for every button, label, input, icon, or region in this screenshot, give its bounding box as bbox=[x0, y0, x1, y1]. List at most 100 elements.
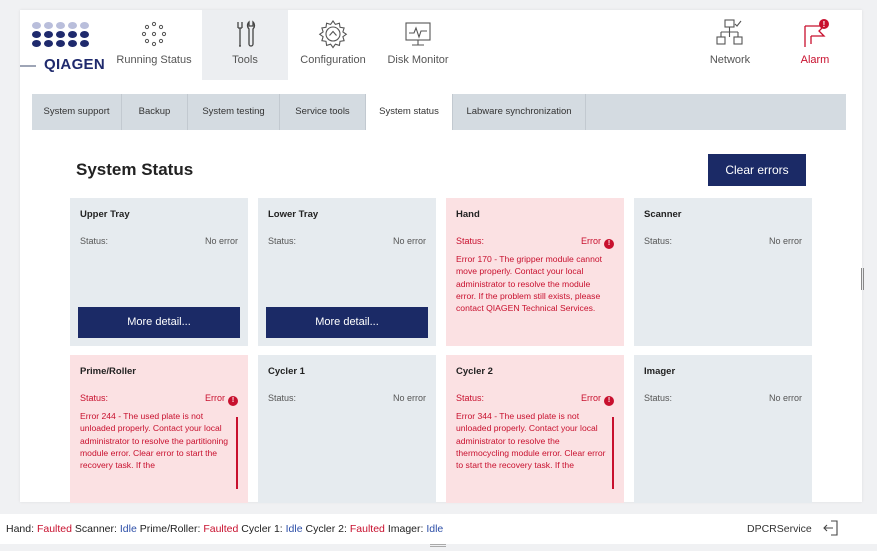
card-title: Imager bbox=[644, 366, 676, 377]
status-label: Status: bbox=[644, 236, 673, 246]
state-key: Hand: bbox=[6, 523, 35, 535]
resize-grip[interactable] bbox=[430, 544, 446, 547]
status-card-upper-tray: Upper Tray Status: No error More detail.… bbox=[70, 198, 248, 346]
tab-system-status[interactable]: System status bbox=[366, 94, 453, 130]
status-label: Status: bbox=[456, 236, 485, 246]
status-label: Status: bbox=[456, 393, 485, 403]
status-row: Status: No error bbox=[644, 236, 802, 248]
status-value: Error bbox=[581, 236, 601, 246]
running-status-icon bbox=[141, 21, 167, 47]
nav-label: Running Status bbox=[116, 54, 192, 66]
message-scrollbar[interactable] bbox=[612, 417, 614, 489]
error-icon: ! bbox=[604, 239, 614, 249]
qiagen-logo: QIAGEN bbox=[20, 22, 108, 73]
tab-system-support[interactable]: System support bbox=[32, 94, 122, 130]
nav-disk-monitor[interactable]: Disk Monitor bbox=[378, 10, 458, 80]
status-value-wrap: Error! bbox=[581, 236, 614, 249]
state-value: Idle bbox=[426, 523, 444, 535]
state-value: Faulted bbox=[36, 523, 72, 535]
status-value-wrap: Error! bbox=[205, 393, 238, 406]
nav-label: Disk Monitor bbox=[387, 54, 449, 66]
card-title: Cycler 2 bbox=[456, 366, 493, 377]
status-value: Error bbox=[581, 393, 601, 403]
state-key: Cycler 1: bbox=[241, 523, 283, 535]
status-row: Status: No error bbox=[268, 393, 426, 405]
nav-label: Tools bbox=[232, 54, 258, 66]
nav-alarm[interactable]: ! Alarm bbox=[780, 10, 850, 80]
status-card-cycler-1: Cycler 1 Status: No error bbox=[258, 355, 436, 503]
card-title: Hand bbox=[456, 209, 480, 220]
status-value-wrap: Error! bbox=[581, 393, 614, 406]
network-icon bbox=[716, 19, 743, 45]
status-row: Status: No error bbox=[80, 236, 238, 248]
gear-icon bbox=[318, 20, 348, 49]
logo-text: QIAGEN bbox=[44, 56, 105, 73]
message-scrollbar[interactable] bbox=[236, 417, 238, 489]
status-label: Status: bbox=[268, 393, 297, 403]
alarm-count: ! bbox=[823, 20, 826, 29]
status-value: Error bbox=[205, 393, 225, 403]
error-message: Error 170 - The gripper module cannot mo… bbox=[456, 254, 603, 314]
status-card-scanner: Scanner Status: No error bbox=[634, 198, 812, 346]
card-title: Scanner bbox=[644, 209, 682, 220]
tab-bar: System support Backup System testing Ser… bbox=[32, 94, 846, 130]
status-label: Status: bbox=[644, 393, 673, 403]
status-value: No error bbox=[768, 236, 802, 246]
app-window: QIAGEN Running Status Tools Configuratio… bbox=[20, 10, 862, 503]
more-detail-button[interactable]: More detail... bbox=[266, 307, 428, 338]
nav-configuration[interactable]: Configuration bbox=[288, 10, 378, 80]
card-title: Upper Tray bbox=[80, 209, 130, 220]
logout-icon[interactable] bbox=[822, 519, 840, 537]
status-card-hand: Hand Status: Error! Error 170 - The grip… bbox=[446, 198, 624, 346]
state-key: Imager: bbox=[387, 523, 424, 535]
status-value: No error bbox=[768, 393, 802, 403]
error-message: Error 344 - The used plate is not unload… bbox=[456, 411, 606, 471]
status-row: Status: Error! bbox=[456, 393, 614, 406]
nav-network[interactable]: Network bbox=[692, 10, 768, 80]
error-icon: ! bbox=[604, 396, 614, 406]
state-value: Faulted bbox=[349, 523, 385, 535]
status-card-lower-tray: Lower Tray Status: No error More detail.… bbox=[258, 198, 436, 346]
tools-icon bbox=[237, 20, 256, 47]
state-key: Cycler 2: bbox=[305, 523, 347, 535]
more-detail-button[interactable]: More detail... bbox=[78, 307, 240, 338]
tab-backup[interactable]: Backup bbox=[122, 94, 188, 130]
error-message: Error 244 - The used plate is not unload… bbox=[80, 411, 229, 471]
top-navigation: QIAGEN Running Status Tools Configuratio… bbox=[20, 10, 862, 80]
current-user: DPCRService bbox=[747, 523, 812, 535]
state-key: Scanner: bbox=[74, 523, 117, 535]
alarm-flag-icon: ! bbox=[804, 19, 829, 47]
tab-service-tools[interactable]: Service tools bbox=[280, 94, 366, 130]
tab-labware-synchronization[interactable]: Labware synchronization bbox=[453, 94, 586, 130]
status-row: Status: Error! bbox=[80, 393, 238, 406]
error-icon: ! bbox=[228, 396, 238, 406]
module-states: Hand: Faulted Scanner: Idle Prime/Roller… bbox=[6, 523, 443, 535]
clear-errors-button[interactable]: Clear errors bbox=[708, 154, 806, 186]
status-value: No error bbox=[392, 236, 426, 246]
state-value: Idle bbox=[285, 523, 303, 535]
nav-running-status[interactable]: Running Status bbox=[106, 10, 202, 80]
status-label: Status: bbox=[80, 393, 109, 403]
status-card-imager: Imager Status: No error bbox=[634, 355, 812, 503]
nav-tools[interactable]: Tools bbox=[202, 10, 288, 80]
status-row: Status: Error! bbox=[456, 236, 614, 249]
status-card-prime-roller: Prime/Roller Status: Error! Error 244 - … bbox=[70, 355, 248, 503]
nav-label: Configuration bbox=[300, 54, 366, 66]
state-key: Prime/Roller: bbox=[139, 523, 201, 535]
status-value: No error bbox=[204, 236, 238, 246]
nav-label: Alarm bbox=[800, 54, 830, 66]
status-row: Status: No error bbox=[644, 393, 802, 405]
status-value: No error bbox=[392, 393, 426, 403]
disk-monitor-icon bbox=[405, 22, 431, 46]
status-card-cycler-2: Cycler 2 Status: Error! Error 344 - The … bbox=[446, 355, 624, 503]
page-scroll-handle[interactable] bbox=[861, 268, 864, 290]
status-label: Status: bbox=[268, 236, 297, 246]
state-value: Faulted bbox=[203, 523, 239, 535]
tab-system-testing[interactable]: System testing bbox=[188, 94, 280, 130]
status-row: Status: No error bbox=[268, 236, 426, 248]
status-label: Status: bbox=[80, 236, 109, 246]
card-title: Prime/Roller bbox=[80, 366, 136, 377]
card-title: Lower Tray bbox=[268, 209, 319, 220]
nav-label: Network bbox=[709, 54, 751, 66]
page-title: System Status bbox=[76, 160, 194, 179]
